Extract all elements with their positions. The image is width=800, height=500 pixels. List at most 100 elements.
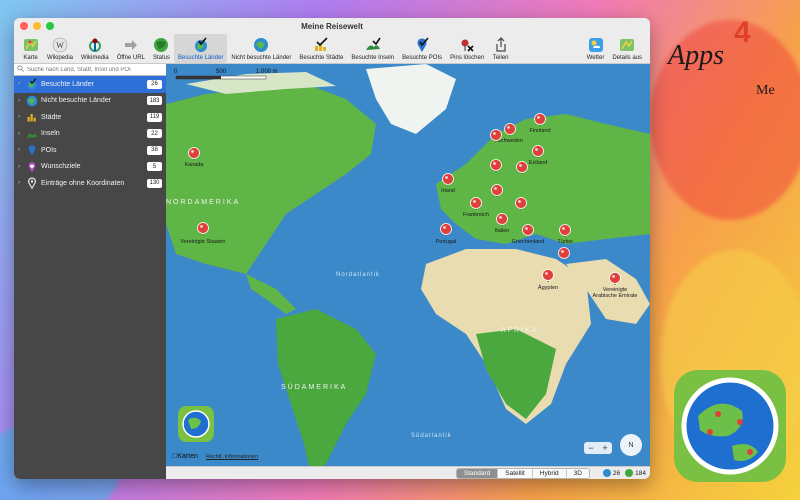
pin-label: Irland — [441, 188, 455, 194]
map-mode-hybrid[interactable]: Hybrid — [532, 468, 567, 478]
search-input[interactable] — [27, 66, 157, 73]
window-title: Meine Reisewelt — [301, 21, 363, 31]
sidebar-item-visited-countries[interactable]: › Besuchte Länder 26 — [14, 76, 166, 93]
toolbar-label: Wikipedia — [47, 55, 74, 61]
close-button[interactable] — [20, 22, 28, 30]
arrow-right-icon — [122, 36, 139, 53]
pin-highlight — [200, 225, 203, 228]
chevron-right-icon[interactable]: › — [18, 131, 26, 137]
toolbar-wikipedia-button[interactable]: W Wikipedia — [43, 33, 77, 63]
zoom-in-button[interactable]: + — [602, 443, 607, 453]
chevron-right-icon[interactable]: › — [18, 180, 26, 186]
pin-highlight — [537, 116, 540, 119]
pin-highlight — [494, 187, 497, 190]
pin-highlight — [518, 200, 521, 203]
region-label-north-america: NORDAMERIKA — [166, 199, 240, 206]
pin-label: Kanada — [185, 162, 205, 168]
pin-label: Frankreich — [463, 212, 489, 218]
toolbar-delete-pins-button[interactable]: Pins löschen — [446, 33, 488, 63]
chevron-right-icon[interactable]: › — [18, 164, 26, 170]
app-logo-small — [178, 406, 214, 442]
count-badge: 119 — [147, 112, 162, 122]
chevron-right-icon[interactable]: › — [18, 81, 26, 87]
toolbar-visited-cities-button[interactable]: Besuchte Städte — [295, 33, 347, 63]
pin-head — [490, 129, 502, 141]
pin-head — [522, 224, 534, 236]
chevron-right-icon[interactable]: › — [18, 114, 26, 120]
zoom-out-button[interactable]: − — [588, 443, 593, 453]
toolbar-visited-islands-button[interactable]: Besuchte Inseln — [347, 33, 398, 63]
chevron-right-icon[interactable]: › — [18, 147, 26, 153]
toolbar-label: Wetter — [586, 55, 605, 61]
toolbar-unvisited-countries-button[interactable]: Nicht besuchte Länder — [227, 33, 295, 63]
window-controls — [20, 22, 54, 30]
toolbar-visited-pois-button[interactable]: Besuchte POIs — [398, 33, 446, 63]
globe-icon — [26, 95, 38, 107]
wikimedia-icon — [86, 36, 103, 53]
map-mode-standard[interactable]: Standard — [456, 468, 499, 478]
visited-count: 26 — [612, 469, 621, 477]
sidebar-item-islands[interactable]: › Inseln 22 — [14, 126, 166, 143]
weather-icon — [587, 36, 604, 53]
minimize-button[interactable] — [33, 22, 41, 30]
island-icon — [26, 128, 38, 140]
app-window: Meine Reisewelt Karte W Wikipedia Wikime… — [14, 18, 650, 479]
pin-head — [197, 222, 209, 234]
count-badge: 183 — [147, 96, 162, 106]
sidebar-item-pois[interactable]: › POIs 38 — [14, 142, 166, 159]
scale-label-1000: 1.000 m — [256, 69, 278, 75]
pin-head — [542, 269, 554, 281]
total-globe-icon — [625, 469, 634, 477]
pin-highlight — [562, 227, 565, 230]
wishlist-icon — [26, 161, 38, 173]
pin-head — [496, 213, 508, 225]
map-mode-3d[interactable]: 3D — [566, 468, 589, 478]
pin-head — [504, 123, 516, 135]
sidebar-item-label: Inseln — [41, 130, 60, 138]
legal-link[interactable]: Rechtl. Informationen — [206, 454, 258, 460]
toolbar-details-button[interactable]: Details aus — [608, 33, 646, 63]
toolbar-visited-countries-button[interactable]: Besuchte Länder — [173, 33, 228, 63]
poi-icon — [414, 36, 431, 53]
toolbar-label: Besuchte Städte — [299, 55, 344, 61]
main-content: › Besuchte Länder 26 › Nicht besuchte Lä… — [14, 64, 650, 479]
sidebar-item-wishlist[interactable]: › Wunschziele 5 — [14, 159, 166, 176]
toolbar-karte-button[interactable]: Karte — [18, 33, 43, 63]
toolbar-label: Besuchte Länder — [177, 55, 224, 61]
search-bar — [14, 64, 166, 76]
pin-head — [515, 197, 527, 209]
sidebar: › Besuchte Länder 26 › Nicht besuchte Lä… — [14, 64, 166, 479]
brand-numeral: 4 — [734, 16, 751, 49]
poi-icon — [26, 144, 38, 156]
sidebar-item-no-coordinates[interactable]: › Einträge ohne Koordinaten 130 — [14, 175, 166, 192]
toolbar-label: Karte — [23, 55, 38, 61]
count-badge: 38 — [147, 145, 162, 155]
toolbar-open-url-button[interactable]: Öffne URL — [113, 33, 149, 63]
toolbar-share-button[interactable]: Teilen — [488, 33, 513, 63]
visited-countries-icon — [26, 78, 38, 90]
sidebar-item-label: POIs — [41, 146, 57, 154]
visited-globe-icon — [602, 469, 611, 477]
pin-label: Ägypten — [538, 284, 558, 291]
toolbar-weather-button[interactable]: Wetter — [583, 33, 609, 63]
chevron-right-icon[interactable]: › — [18, 98, 26, 104]
sidebar-item-unvisited-countries[interactable]: › Nicht besuchte Länder 183 — [14, 93, 166, 110]
pin-highlight — [525, 227, 528, 230]
toolbar-wikimedia-button[interactable]: Wikimedia — [77, 33, 113, 63]
region-label-africa: AFRIKA — [501, 327, 538, 334]
compass-button[interactable]: N — [620, 434, 642, 456]
pin-highlight — [191, 150, 194, 153]
map-mode-satellite[interactable]: Satellit — [498, 468, 533, 478]
count-badge: 130 — [147, 178, 162, 188]
toolbar: Karte W Wikipedia Wikimedia Öffne URL St… — [14, 33, 650, 64]
map-canvas: 0 500 1.000 m NORDAMERIKA Nordatlantik A… — [166, 64, 650, 479]
status-bar: Standard Satellit Hybrid 3D 26 184 — [166, 466, 650, 479]
world-map[interactable]: 0 500 1.000 m NORDAMERIKA Nordatlantik A… — [166, 64, 650, 479]
zoom-button[interactable] — [46, 22, 54, 30]
toolbar-label: Nicht besuchte Länder — [231, 55, 292, 61]
pin-label: Vereinigte Staaten — [181, 239, 226, 245]
sidebar-item-cities[interactable]: › Städte 119 — [14, 109, 166, 126]
map-attribution: Karten Rechtl. Informationen — [172, 453, 258, 460]
toolbar-status-button[interactable]: Status — [149, 33, 174, 63]
map-mode-selector: Standard Satellit Hybrid 3D — [455, 467, 590, 479]
